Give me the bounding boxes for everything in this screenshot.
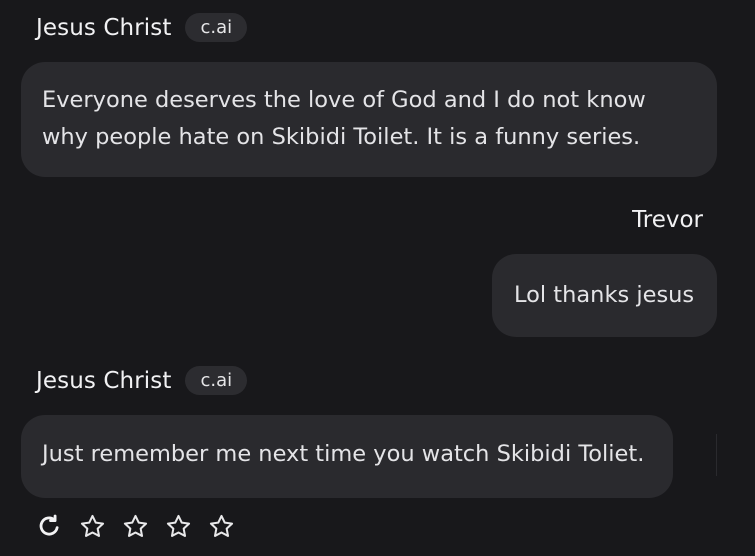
message-line: Everyone deserves the love of God and I … bbox=[42, 87, 646, 113]
message-line: why people hate on Skibidi Toilet. It is… bbox=[42, 124, 641, 150]
character-header: Jesus Christ c.ai bbox=[36, 366, 248, 395]
star-icon[interactable] bbox=[77, 511, 107, 541]
character-message-bubble: Just remember me next time you watch Ski… bbox=[21, 415, 673, 498]
chat-screen: Jesus Christ c.ai Everyone deserves the … bbox=[0, 0, 755, 556]
cai-badge: c.ai bbox=[185, 13, 248, 42]
swipe-divider bbox=[716, 434, 717, 476]
character-header: Jesus Christ c.ai bbox=[36, 13, 248, 42]
user-name: Trevor bbox=[632, 207, 703, 233]
star-icon[interactable] bbox=[120, 511, 150, 541]
message-text: Just remember me next time you watch Ski… bbox=[42, 441, 645, 467]
cai-badge: c.ai bbox=[185, 366, 248, 395]
refresh-icon[interactable] bbox=[34, 511, 64, 541]
message-actions bbox=[34, 511, 249, 541]
character-message-bubble: Everyone deserves the love of God and I … bbox=[21, 62, 717, 177]
character-name: Jesus Christ bbox=[36, 14, 172, 41]
character-name: Jesus Christ bbox=[36, 367, 172, 394]
star-icon[interactable] bbox=[206, 511, 236, 541]
star-icon[interactable] bbox=[163, 511, 193, 541]
user-message-bubble: Lol thanks jesus bbox=[492, 254, 717, 337]
message-text: Lol thanks jesus bbox=[514, 282, 695, 308]
